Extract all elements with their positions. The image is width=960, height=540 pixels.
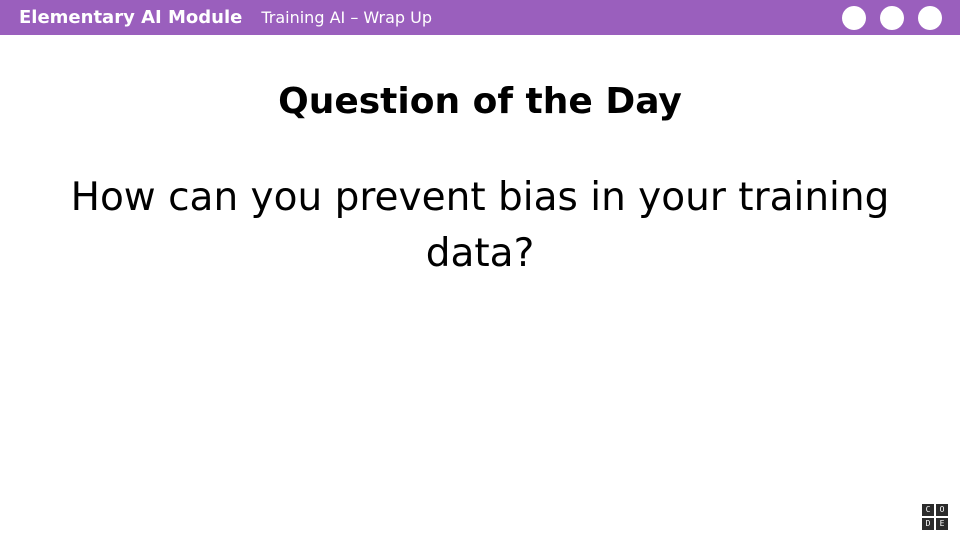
logo-letter-c: C	[922, 504, 934, 516]
circle-icon	[918, 6, 942, 30]
header-bar: Elementary AI Module Training AI – Wrap …	[0, 0, 960, 35]
circle-icon	[842, 6, 866, 30]
logo-letter-o: O	[936, 504, 948, 516]
module-title: Elementary AI Module	[19, 7, 243, 28]
header-dots	[842, 6, 942, 30]
code-logo: C O D E	[922, 504, 948, 530]
question-text: How can you prevent bias in your trainin…	[70, 175, 890, 276]
circle-icon	[880, 6, 904, 30]
lesson-title: Training AI – Wrap Up	[261, 8, 432, 27]
logo-letter-d: D	[922, 518, 934, 530]
slide-heading: Question of the Day	[278, 81, 682, 122]
logo-letter-e: E	[936, 518, 948, 530]
